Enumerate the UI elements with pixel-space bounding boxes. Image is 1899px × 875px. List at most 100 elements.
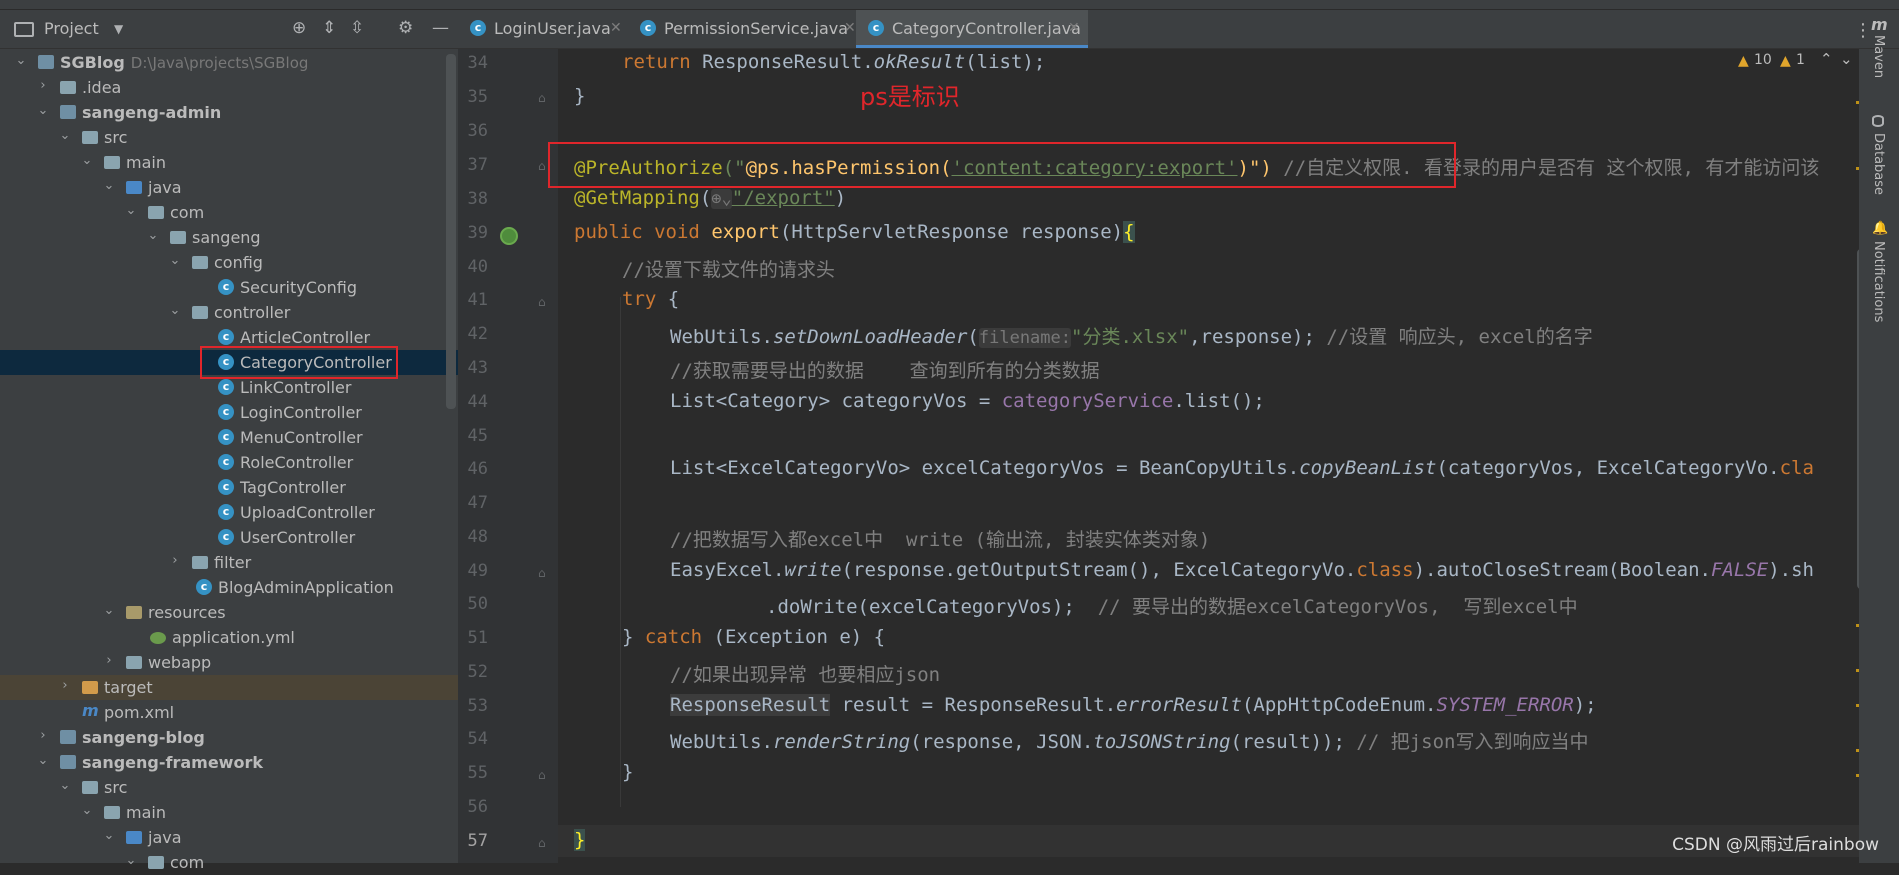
tree-item-label: sangeng-admin: [82, 103, 222, 122]
tree-item-java[interactable]: ⌄ java: [0, 825, 458, 850]
fold-icon[interactable]: ⌂: [538, 91, 546, 105]
chevron-right-icon[interactable]: ›: [168, 553, 182, 569]
tree-item-idea[interactable]: › .idea: [0, 75, 458, 100]
tab-loginuser[interactable]: c LoginUser.java ✕: [458, 10, 622, 48]
chevron-down-icon[interactable]: ⌄: [80, 803, 94, 819]
keyword: public: [574, 221, 643, 243]
chevron-down-icon[interactable]: ⌄: [80, 153, 94, 169]
fold-icon[interactable]: ⌂: [538, 768, 546, 782]
tree-item-menucontroller[interactable]: c MenuController: [0, 425, 458, 450]
tree-item-target[interactable]: › target: [0, 675, 458, 700]
module-icon: [60, 105, 76, 119]
tree-item-resources[interactable]: ⌄ resources: [0, 600, 458, 625]
close-icon[interactable]: ✕: [610, 20, 622, 36]
collapse-all-icon[interactable]: ⇳: [350, 18, 364, 38]
chevron-right-icon[interactable]: ›: [58, 678, 72, 694]
tree-item-blogadminapplication[interactable]: c BlogAdminApplication: [0, 575, 458, 600]
chevron-down-icon[interactable]: ⌄: [168, 303, 182, 319]
tree-item-java[interactable]: ⌄ java: [0, 175, 458, 200]
project-view-icon[interactable]: [14, 22, 34, 37]
tree-item-application-yml[interactable]: application.yml: [0, 625, 458, 650]
notifications-tool-button[interactable]: Notifications: [1871, 241, 1886, 322]
weak-warning-count[interactable]: 1: [1796, 52, 1805, 68]
tree-item-sgblog[interactable]: ⌄ SGBlog D:\Java\projects\SGBlog: [0, 50, 458, 75]
chevron-down-icon[interactable]: ⌄: [58, 128, 72, 144]
chevron-down-icon[interactable]: ⌄: [1840, 50, 1853, 68]
close-icon[interactable]: ✕: [1068, 20, 1080, 36]
warning-count[interactable]: 10: [1754, 52, 1772, 68]
more-options-icon[interactable]: ⋮: [1854, 20, 1872, 41]
tab-categorycontroller[interactable]: c CategoryController.java ✕: [856, 10, 1088, 48]
chevron-down-icon[interactable]: ⌄: [146, 228, 160, 244]
database-tool-button[interactable]: Database: [1871, 133, 1886, 195]
chevron-down-icon[interactable]: ⌄: [36, 103, 50, 119]
bell-icon[interactable]: 🔔: [1872, 221, 1888, 236]
class-icon: c: [218, 479, 234, 495]
tree-item-sangeng-admin[interactable]: ⌄ sangeng-admin: [0, 100, 458, 125]
excluded-folder-icon: [82, 681, 98, 694]
database-icon[interactable]: [1872, 115, 1884, 127]
chevron-down-icon[interactable]: ⌄: [14, 53, 28, 69]
string-literal: "/export": [731, 187, 835, 209]
maven-tool-button[interactable]: Maven: [1871, 35, 1886, 78]
chevron-up-icon[interactable]: ⌃: [1820, 50, 1833, 68]
tree-item-com[interactable]: ⌄ com: [0, 200, 458, 225]
tree-item-filter[interactable]: › filter: [0, 550, 458, 575]
folder-icon: [126, 656, 142, 669]
tree-item-sangeng-blog[interactable]: › sangeng-blog: [0, 725, 458, 750]
chevron-down-icon[interactable]: ⌄: [124, 853, 138, 869]
tree-item-webapp[interactable]: › webapp: [0, 650, 458, 675]
code-text: .list();: [1173, 390, 1265, 412]
tree-item-config[interactable]: ⌄ config: [0, 250, 458, 275]
chevron-down-icon[interactable]: ⌄: [168, 253, 182, 269]
weak-warning-icon[interactable]: ▲: [1780, 53, 1791, 69]
fold-icon[interactable]: ⌂: [538, 159, 546, 173]
chevron-down-icon[interactable]: ⌄: [102, 828, 116, 844]
fold-icon[interactable]: ⌂: [538, 566, 546, 580]
chevron-down-icon[interactable]: ▼: [114, 22, 123, 36]
tree-item-sangeng[interactable]: ⌄ sangeng: [0, 225, 458, 250]
tree-item-securityconfig[interactable]: c SecurityConfig: [0, 275, 458, 300]
tree-item-logincontroller[interactable]: c LoginController: [0, 400, 458, 425]
code-text: (response, JSON.: [910, 731, 1094, 753]
code-line-49: EasyExcel.write(response.getOutputStream…: [670, 559, 1814, 581]
chevron-right-icon[interactable]: ›: [36, 78, 50, 94]
chevron-right-icon[interactable]: ›: [102, 653, 116, 669]
tree-item-uploadcontroller[interactable]: c UploadController: [0, 500, 458, 525]
gear-icon[interactable]: ⚙: [398, 18, 413, 38]
globe-icon[interactable]: ⊕⌄: [711, 189, 732, 209]
fold-icon[interactable]: ⌂: [538, 836, 546, 850]
tree-item-label: resources: [148, 603, 226, 622]
code-text: (list);: [965, 51, 1046, 73]
tree-item-pom-xml[interactable]: m pom.xml: [0, 700, 458, 725]
spring-endpoint-icon[interactable]: [500, 227, 518, 245]
tree-item-src[interactable]: ⌄ src: [0, 775, 458, 800]
crosshair-icon[interactable]: ⊕: [292, 18, 306, 38]
project-scrollbar[interactable]: [446, 54, 456, 409]
close-icon[interactable]: ✕: [844, 20, 856, 36]
chevron-down-icon[interactable]: ⌄: [102, 178, 116, 194]
tree-item-main[interactable]: ⌄ main: [0, 150, 458, 175]
tree-item-tagcontroller[interactable]: c TagController: [0, 475, 458, 500]
line-number: 45: [467, 426, 488, 446]
keyword: class: [1356, 559, 1414, 581]
project-panel-title[interactable]: Project: [44, 19, 99, 38]
minimize-icon[interactable]: —: [432, 18, 449, 38]
chevron-down-icon[interactable]: ⌄: [124, 203, 138, 219]
tree-item-usercontroller[interactable]: c UserController: [0, 525, 458, 550]
fold-icon[interactable]: ⌂: [538, 295, 546, 309]
tree-item-src[interactable]: ⌄ src: [0, 125, 458, 150]
class-icon: c: [218, 504, 234, 520]
chevron-down-icon[interactable]: ⌄: [58, 778, 72, 794]
chevron-down-icon[interactable]: ⌄: [102, 603, 116, 619]
tree-item-sangeng-framework[interactable]: ⌄ sangeng-framework: [0, 750, 458, 775]
expand-all-icon[interactable]: ⇕: [322, 18, 336, 38]
tab-permissionservice[interactable]: c PermissionService.java ✕: [628, 10, 856, 48]
maven-icon[interactable]: m: [1871, 15, 1888, 34]
tree-item-rolecontroller[interactable]: c RoleController: [0, 450, 458, 475]
warning-icon[interactable]: ▲: [1738, 53, 1749, 69]
chevron-down-icon[interactable]: ⌄: [36, 753, 50, 769]
tree-item-main[interactable]: ⌄ main: [0, 800, 458, 825]
chevron-right-icon[interactable]: ›: [36, 728, 50, 744]
tree-item-controller[interactable]: ⌄ controller: [0, 300, 458, 325]
